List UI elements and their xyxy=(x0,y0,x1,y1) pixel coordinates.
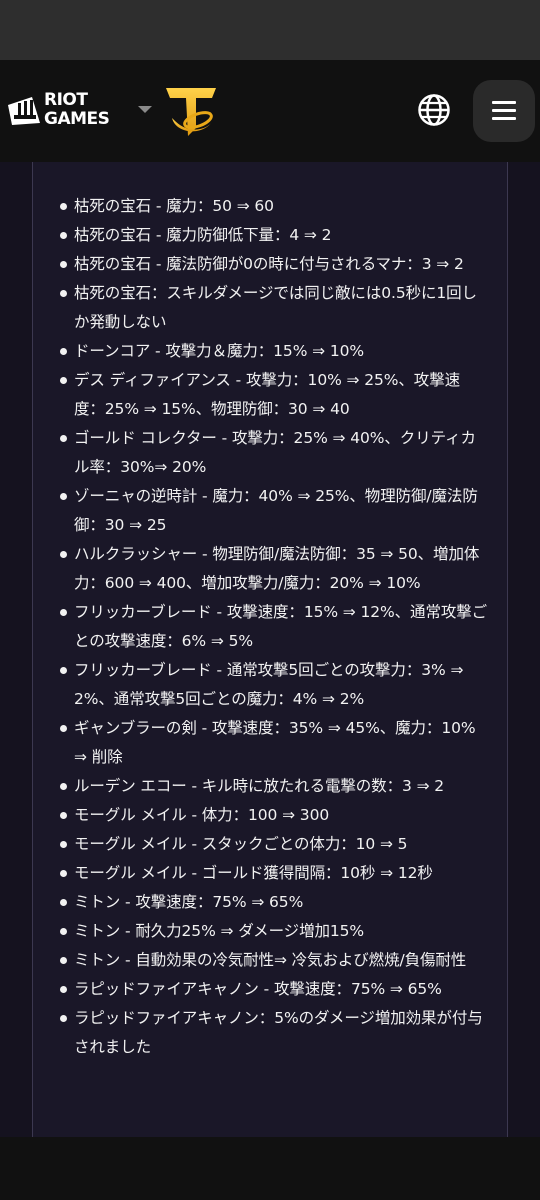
bullet-icon xyxy=(60,435,67,442)
bullet-icon xyxy=(60,928,67,935)
bullet-icon xyxy=(60,899,67,906)
list-item: モーグル メイル - スタックごとの体力：10 ⇒ 5 xyxy=(33,830,507,859)
bullet-icon xyxy=(60,783,67,790)
bullet-icon xyxy=(60,261,67,268)
list-item-text: ハルクラッシャー - 物理防御/魔法防御：35 ⇒ 50、増加体力：600 ⇒ … xyxy=(74,545,480,592)
list-item-text: ルーデン エコー - キル時に放たれる電撃の数：3 ⇒ 2 xyxy=(74,777,445,795)
bullet-icon xyxy=(60,1015,67,1022)
list-item: モーグル メイル - ゴールド獲得間隔：10秒 ⇒ 12秒 xyxy=(33,859,507,888)
bullet-icon xyxy=(60,841,67,848)
list-item: ゾーニャの逆時計 - 魔力：40% ⇒ 25%、物理防御/魔法防御：30 ⇒ 2… xyxy=(33,482,507,540)
list-item: ルーデン エコー - キル時に放たれる電撃の数：3 ⇒ 2 xyxy=(33,772,507,801)
globe-icon[interactable] xyxy=(417,93,451,127)
list-item-text: ラピッドファイアキャノン：5%のダメージ増加効果が付与されました xyxy=(74,1009,483,1056)
list-item: ドーンコア - 攻撃力＆魔力：15% ⇒ 10% xyxy=(33,337,507,366)
list-item: ハルクラッシャー - 物理防御/魔法防御：35 ⇒ 50、増加体力：600 ⇒ … xyxy=(33,540,507,598)
list-item-text: フリッカーブレード - 通常攻撃5回ごとの攻撃力：3% ⇒ 2%、通常攻撃5回ご… xyxy=(74,661,464,708)
list-item-text: ギャンブラーの剣 - 攻撃速度：35% ⇒ 45%、魔力：10% ⇒ 削除 xyxy=(74,719,476,766)
list-item-text: ミトン - 攻撃速度：75% ⇒ 65% xyxy=(74,893,304,911)
list-item-text: モーグル メイル - スタックごとの体力：10 ⇒ 5 xyxy=(74,835,408,853)
hamburger-menu-icon xyxy=(492,101,516,104)
list-item: ギャンブラーの剣 - 攻撃速度：35% ⇒ 45%、魔力：10% ⇒ 削除 xyxy=(33,714,507,772)
chevron-down-icon[interactable] xyxy=(138,106,152,113)
list-item: ゴールド コレクター - 攻撃力：25% ⇒ 40%、クリティカル率：30%⇒ … xyxy=(33,424,507,482)
bullet-icon xyxy=(60,667,67,674)
list-item-text: ドーンコア - 攻撃力＆魔力：15% ⇒ 10% xyxy=(74,342,365,360)
riot-games-wordmark: RIOT GAMES xyxy=(44,90,110,129)
list-item-text: ゴールド コレクター - 攻撃力：25% ⇒ 40%、クリティカル率：30%⇒ … xyxy=(74,429,476,476)
bullet-icon xyxy=(60,725,67,732)
list-item: 枯死の宝石 - 魔力防御低下量：4 ⇒ 2 xyxy=(33,221,507,250)
list-item-text: ミトン - 自動効果の冷気耐性⇒ 冷気および燃焼/負傷耐性 xyxy=(74,951,467,969)
list-item-text: 枯死の宝石 - 魔法防御が0の時に付与されるマナ：3 ⇒ 2 xyxy=(74,255,464,273)
list-item-text: デス ディファイアンス - 攻撃力：10% ⇒ 25%、攻撃速度：25% ⇒ 1… xyxy=(74,371,461,418)
site-header: RIOT GAMES xyxy=(0,60,540,162)
bullet-icon xyxy=(60,870,67,877)
bottom-bar xyxy=(0,1137,540,1200)
list-item-text: ミトン - 耐久力25% ⇒ ダメージ増加15% xyxy=(74,922,365,940)
list-item: ラピッドファイアキャノン：5%のダメージ増加効果が付与されました xyxy=(33,1004,507,1062)
status-bar xyxy=(0,0,540,60)
list-item-text: モーグル メイル - ゴールド獲得間隔：10秒 ⇒ 12秒 xyxy=(74,864,433,882)
patch-notes-panel: 枯死の宝石 - 魔力：50 ⇒ 60 枯死の宝石 - 魔力防御低下量：4 ⇒ 2… xyxy=(32,162,508,1137)
list-item: 枯死の宝石 - 魔法防御が0の時に付与されるマナ：3 ⇒ 2 xyxy=(33,250,507,279)
list-item-text: モーグル メイル - 体力：100 ⇒ 300 xyxy=(74,806,330,824)
riot-games-logo[interactable]: RIOT GAMES xyxy=(6,91,122,131)
bullet-icon xyxy=(60,609,67,616)
list-item: 枯死の宝石：スキルダメージでは同じ敵には0.5秒に1回しか発動しない xyxy=(33,279,507,337)
bullet-icon xyxy=(60,957,67,964)
hamburger-menu-button[interactable] xyxy=(473,80,535,142)
tft-logo-icon[interactable] xyxy=(162,84,220,140)
list-item: ミトン - 自動効果の冷気耐性⇒ 冷気および燃焼/負傷耐性 xyxy=(33,946,507,975)
bullet-icon xyxy=(60,232,67,239)
bullet-icon xyxy=(60,203,67,210)
bullet-icon xyxy=(60,493,67,500)
list-item: フリッカーブレード - 通常攻撃5回ごとの攻撃力：3% ⇒ 2%、通常攻撃5回ご… xyxy=(33,656,507,714)
bullet-icon xyxy=(60,551,67,558)
list-item: デス ディファイアンス - 攻撃力：10% ⇒ 25%、攻撃速度：25% ⇒ 1… xyxy=(33,366,507,424)
list-item: フリッカーブレード - 攻撃速度：15% ⇒ 12%、通常攻撃ごとの攻撃速度：6… xyxy=(33,598,507,656)
list-item: 枯死の宝石 - 魔力：50 ⇒ 60 xyxy=(33,192,507,221)
bullet-icon xyxy=(60,377,67,384)
bullet-icon xyxy=(60,290,67,297)
list-item: モーグル メイル - 体力：100 ⇒ 300 xyxy=(33,801,507,830)
list-item-text: 枯死の宝石：スキルダメージでは同じ敵には0.5秒に1回しか発動しない xyxy=(74,284,477,331)
list-item-text: 枯死の宝石 - 魔力：50 ⇒ 60 xyxy=(74,197,274,215)
bullet-icon xyxy=(60,812,67,819)
list-item-text: 枯死の宝石 - 魔力防御低下量：4 ⇒ 2 xyxy=(74,226,332,244)
list-item-text: ゾーニャの逆時計 - 魔力：40% ⇒ 25%、物理防御/魔法防御：30 ⇒ 2… xyxy=(74,487,478,534)
list-item-text: ラピッドファイアキャノン - 攻撃速度：75% ⇒ 65% xyxy=(74,980,442,998)
list-item: ミトン - 攻撃速度：75% ⇒ 65% xyxy=(33,888,507,917)
riot-fist-icon xyxy=(8,97,40,125)
list-item-text: フリッカーブレード - 攻撃速度：15% ⇒ 12%、通常攻撃ごとの攻撃速度：6… xyxy=(74,603,488,650)
list-item: ミトン - 耐久力25% ⇒ ダメージ増加15% xyxy=(33,917,507,946)
bullet-icon xyxy=(60,986,67,993)
patch-notes-list: 枯死の宝石 - 魔力：50 ⇒ 60 枯死の宝石 - 魔力防御低下量：4 ⇒ 2… xyxy=(33,162,507,1062)
bullet-icon xyxy=(60,348,67,355)
list-item: ラピッドファイアキャノン - 攻撃速度：75% ⇒ 65% xyxy=(33,975,507,1004)
